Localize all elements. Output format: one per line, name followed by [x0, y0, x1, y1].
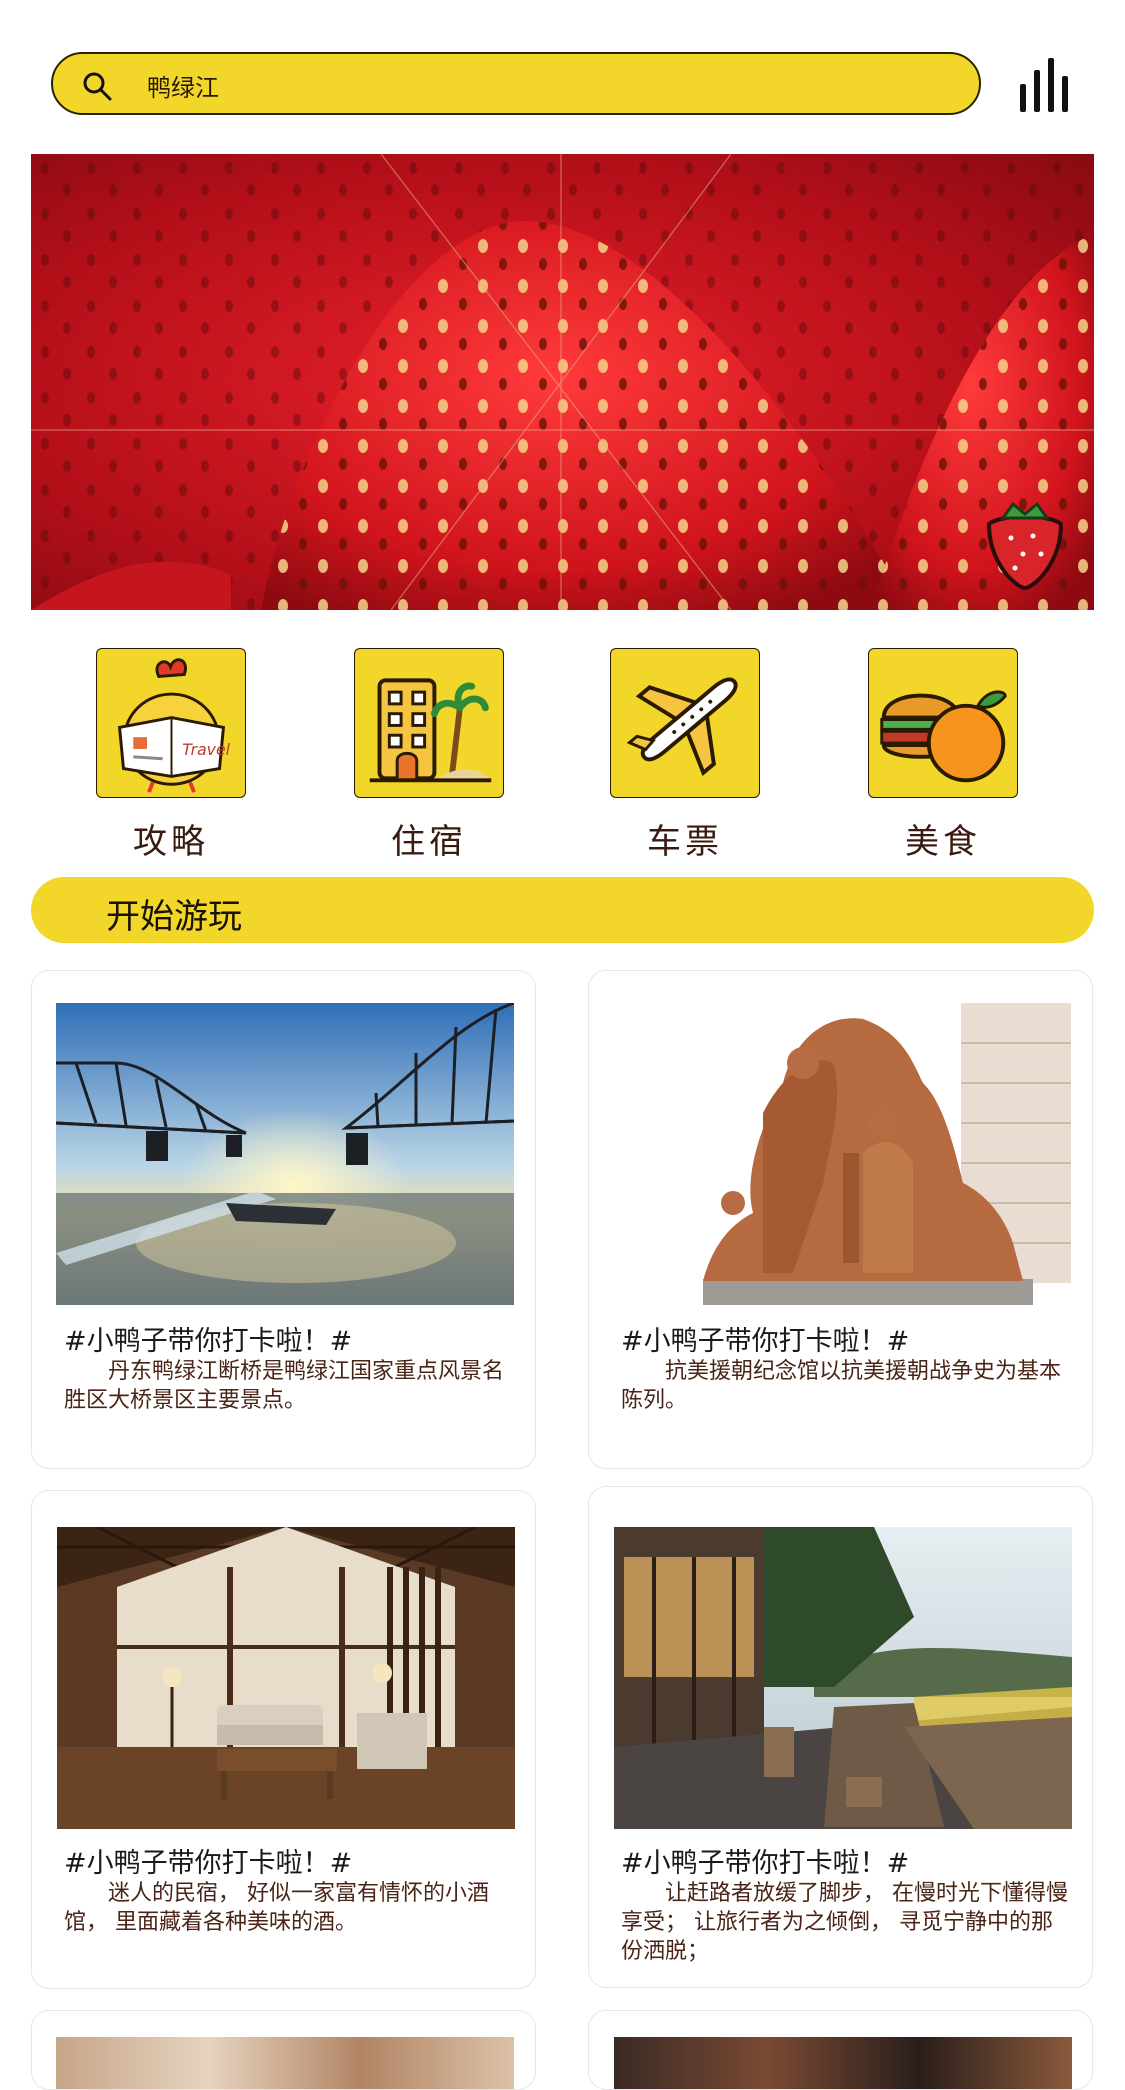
card-title: #小鸭子带你打卡啦！# [64, 1326, 353, 1357]
attraction-card[interactable]: #小鸭子带你打卡啦！# 让赶路者放缓了脚步， 在慢时光下懂得慢享受； 让旅行者为… [588, 1486, 1093, 1988]
card-title: #小鸭子带你打卡啦！# [621, 1848, 910, 1879]
attraction-card[interactable] [588, 2010, 1093, 2090]
food-photo [614, 2037, 1072, 2089]
category-label: 住宿 [391, 822, 467, 862]
statue-photo [613, 1003, 1071, 1305]
attraction-card[interactable]: #小鸭子带你打卡啦！# 丹东鸭绿江断桥是鸭绿江国家重点风景名胜区大桥景区主要景点… [31, 970, 536, 1469]
airplane-icon [610, 648, 760, 798]
start-play-section-header: 开始游玩 [31, 877, 1094, 943]
card-description: 丹东鸭绿江断桥是鸭绿江国家重点风景名胜区大桥景区主要景点。 [64, 1359, 505, 1413]
banner-image[interactable] [31, 154, 1094, 610]
card-description: 抗美援朝纪念馆以抗美援朝战争史为基本陈列。 [621, 1359, 1062, 1413]
seashell-photo [56, 2037, 514, 2089]
card-description: 让赶路者放缓了脚步， 在慢时光下懂得慢享受； 让旅行者为之倾倒， 寻觅宁静中的那… [621, 1881, 1068, 1964]
svg-text:Travel: Travel [182, 740, 230, 759]
attraction-card[interactable]: #小鸭子带你打卡啦！# 抗美援朝纪念馆以抗美援朝战争史为基本陈列。 [588, 970, 1093, 1469]
card-description: 迷人的民宿， 好似一家富有情怀的小酒馆， 里面藏着各种美味的酒。 [64, 1881, 489, 1935]
terrace-photo [614, 1527, 1072, 1829]
attraction-card[interactable] [31, 2010, 536, 2090]
section-title: 开始游玩 [106, 897, 242, 937]
search-input[interactable]: 鸭绿江 [147, 68, 219, 103]
card-title: #小鸭子带你打卡啦！# [621, 1326, 910, 1357]
guesthouse-interior-photo [57, 1527, 515, 1829]
category-lodging[interactable]: 住宿 [354, 648, 504, 863]
category-guide[interactable]: Travel 攻略 [96, 648, 246, 863]
bridge-photo [56, 1003, 514, 1305]
category-label: 攻略 [133, 822, 209, 862]
category-food[interactable]: 美食 [868, 648, 1018, 863]
card-title: #小鸭子带你打卡啦！# [64, 1848, 353, 1879]
attraction-card[interactable]: #小鸭子带你打卡啦！# 迷人的民宿， 好似一家富有情怀的小酒馆， 里面藏着各种美… [31, 1490, 536, 1989]
burger-orange-icon [868, 648, 1018, 798]
category-tickets[interactable]: 车票 [610, 648, 760, 863]
strawberry-banner [31, 154, 1094, 610]
category-label: 美食 [905, 822, 981, 862]
search-icon [83, 72, 112, 101]
bar-chart-menu-icon[interactable] [1020, 58, 1074, 112]
hotel-building-icon [354, 648, 504, 798]
search-bar[interactable]: 鸭绿江 [51, 52, 981, 115]
chick-newspaper-icon: Travel [96, 648, 246, 798]
category-label: 车票 [647, 822, 723, 862]
